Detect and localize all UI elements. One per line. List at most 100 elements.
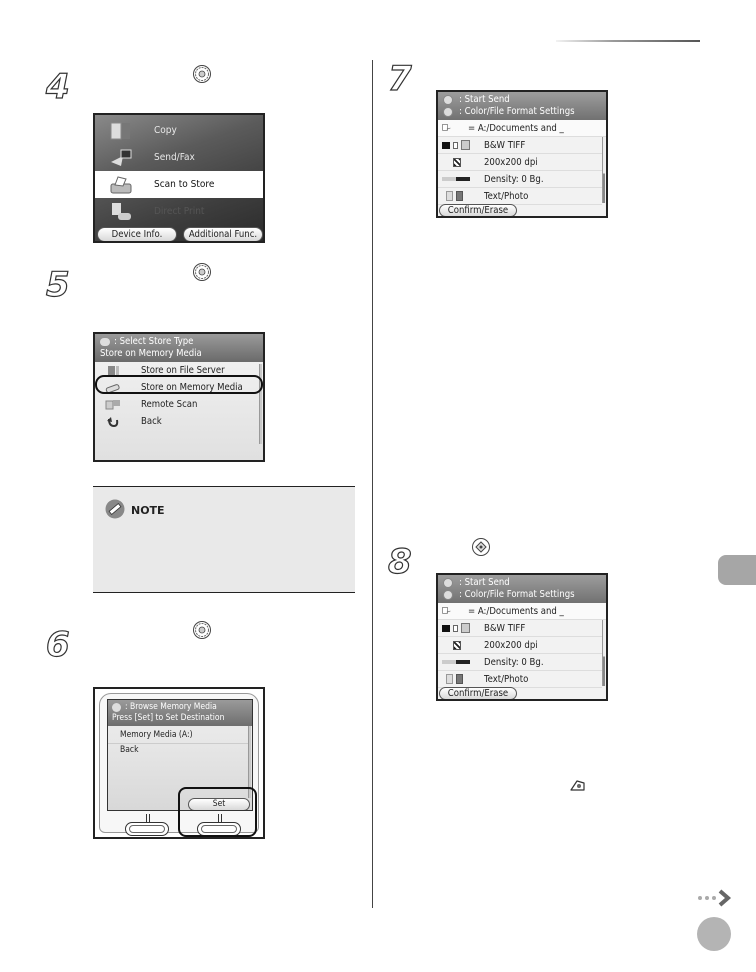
file-format-value: B&W TIFF xyxy=(484,139,526,151)
file-format-row[interactable]: B&W TIFF xyxy=(438,620,602,637)
image-type-value: Text/Photo xyxy=(484,673,529,685)
image-type-row[interactable]: Text/Photo xyxy=(438,188,602,205)
ok-key-icon xyxy=(443,590,453,600)
menu-item-direct-print[interactable]: Direct Print xyxy=(95,198,263,225)
scrollbar[interactable] xyxy=(602,137,605,203)
bw-tiff-icon xyxy=(442,139,472,151)
list-item-memory-media-a[interactable]: Memory Media (A:) xyxy=(120,730,193,740)
header-subtitle: Press [Set] to Set Destination xyxy=(112,713,225,723)
header-start-send: : Start Send xyxy=(459,577,510,588)
device-info-button[interactable]: Device Info. xyxy=(97,227,177,241)
bw-tiff-icon xyxy=(442,622,472,634)
text-photo-icon xyxy=(442,190,472,202)
start-key-icon xyxy=(443,95,453,105)
main-menu-screen: Copy Send/Fax Scan to Store Direct Print… xyxy=(93,113,265,243)
step-number-5: 5 xyxy=(45,265,70,305)
scrollbar[interactable] xyxy=(602,620,605,686)
header-instruction: : Select Store Type xyxy=(114,336,194,347)
menu-item-label: Direct Print xyxy=(154,206,205,217)
ok-key-icon xyxy=(193,621,211,639)
confirm-erase-button[interactable]: Confirm/Erase xyxy=(439,204,517,216)
note-label: NOTE xyxy=(131,504,165,517)
left-soft-key[interactable] xyxy=(125,822,169,836)
menu-item-scan-to-store[interactable]: Scan to Store xyxy=(95,171,263,198)
header-instruction: : Browse Memory Media xyxy=(125,702,217,712)
resolution-row[interactable]: 200x200 dpi xyxy=(438,637,602,654)
page-number-badge xyxy=(697,917,731,951)
direct-print-icon xyxy=(112,202,131,220)
menu-item-copy[interactable]: Copy xyxy=(95,117,263,144)
destination-path: = A:/Documents and _ xyxy=(468,605,564,617)
menu-item-send-fax[interactable]: Send/Fax xyxy=(95,144,263,171)
list-item-back[interactable]: Back xyxy=(95,413,263,430)
copy-icon xyxy=(110,122,130,139)
store-type-screen: : Select Store Type Store on Memory Medi… xyxy=(93,332,265,462)
destination-row[interactable]: = A:/Documents and _ xyxy=(438,603,606,620)
resolution-value: 200x200 dpi xyxy=(484,639,538,651)
density-row[interactable]: Density: 0 Bg. xyxy=(438,171,602,188)
menu-item-label: Send/Fax xyxy=(154,152,195,163)
set-key-highlight xyxy=(178,787,257,837)
density-row[interactable]: Density: 0 Bg. xyxy=(438,654,602,671)
list-item-back[interactable]: Back xyxy=(120,745,139,755)
resolution-icon xyxy=(442,156,472,168)
ok-key-icon xyxy=(193,65,211,83)
list-item-label: Back xyxy=(141,416,162,427)
browse-header: : Browse Memory Media Press [Set] to Set… xyxy=(108,700,252,726)
start-key-icon xyxy=(443,578,453,588)
ok-key-icon xyxy=(193,263,211,281)
menu-item-label: Scan to Store xyxy=(154,179,215,190)
list-item-label: Remote Scan xyxy=(141,399,198,410)
send-header: : Start Send : Color/File Format Setting… xyxy=(438,92,606,120)
send-fax-icon xyxy=(111,149,132,166)
text-photo-icon xyxy=(442,673,472,685)
scanner-icon xyxy=(110,175,132,193)
resolution-value: 200x200 dpi xyxy=(484,156,538,168)
step-number-4: 4 xyxy=(45,67,70,107)
menu-item-label: Copy xyxy=(154,125,177,136)
chapter-tab xyxy=(718,555,756,585)
destination-row[interactable]: = A:/Documents and _ xyxy=(438,120,606,137)
density-value: Density: 0 Bg. xyxy=(484,656,544,668)
header-start-send: : Start Send xyxy=(459,94,510,105)
header-format-settings: : Color/File Format Settings xyxy=(459,106,575,117)
step-number-7: 7 xyxy=(387,59,412,99)
header-subtitle: Store on Memory Media xyxy=(100,348,202,359)
resolution-icon xyxy=(442,639,472,651)
density-slider-icon xyxy=(442,173,472,185)
confirm-erase-button[interactable]: Confirm/Erase xyxy=(439,687,517,699)
selection-highlight xyxy=(95,375,263,394)
store-type-header: : Select Store Type Store on Memory Medi… xyxy=(95,334,263,362)
step-number-8: 8 xyxy=(387,542,412,582)
ok-key-icon xyxy=(112,703,121,712)
file-format-row[interactable]: B&W TIFF xyxy=(438,137,602,154)
note-box: NOTE xyxy=(93,486,355,593)
density-value: Density: 0 Bg. xyxy=(484,173,544,185)
destination-icon xyxy=(442,124,451,131)
pencil-icon xyxy=(105,499,125,519)
send-header: : Start Send : Color/File Format Setting… xyxy=(438,575,606,603)
remote-scan-icon xyxy=(105,399,120,409)
status-monitor-cancel-icon xyxy=(570,780,585,791)
column-divider xyxy=(372,60,373,908)
row-divider xyxy=(108,743,250,744)
next-page-arrow-icon[interactable] xyxy=(696,888,736,908)
send-settings-screen-confirm: : Start Send : Color/File Format Setting… xyxy=(436,573,608,701)
image-type-value: Text/Photo xyxy=(484,190,529,202)
send-settings-screen: : Start Send : Color/File Format Setting… xyxy=(436,90,608,218)
start-key-icon xyxy=(472,538,490,556)
destination-icon xyxy=(442,607,451,614)
additional-func-button[interactable]: Additional Func. xyxy=(183,227,263,241)
destination-path: = A:/Documents and _ xyxy=(468,122,564,134)
header-format-settings: : Color/File Format Settings xyxy=(459,589,575,600)
file-format-value: B&W TIFF xyxy=(484,622,526,634)
image-type-row[interactable]: Text/Photo xyxy=(438,671,602,688)
resolution-row[interactable]: 200x200 dpi xyxy=(438,154,602,171)
step-number-6: 6 xyxy=(45,625,70,665)
back-arrow-icon xyxy=(107,416,119,427)
ok-key-icon xyxy=(100,338,110,346)
density-slider-icon xyxy=(442,656,472,668)
header-rule xyxy=(556,40,700,42)
list-item-remote-scan[interactable]: Remote Scan xyxy=(95,396,263,413)
ok-key-icon xyxy=(443,107,453,117)
